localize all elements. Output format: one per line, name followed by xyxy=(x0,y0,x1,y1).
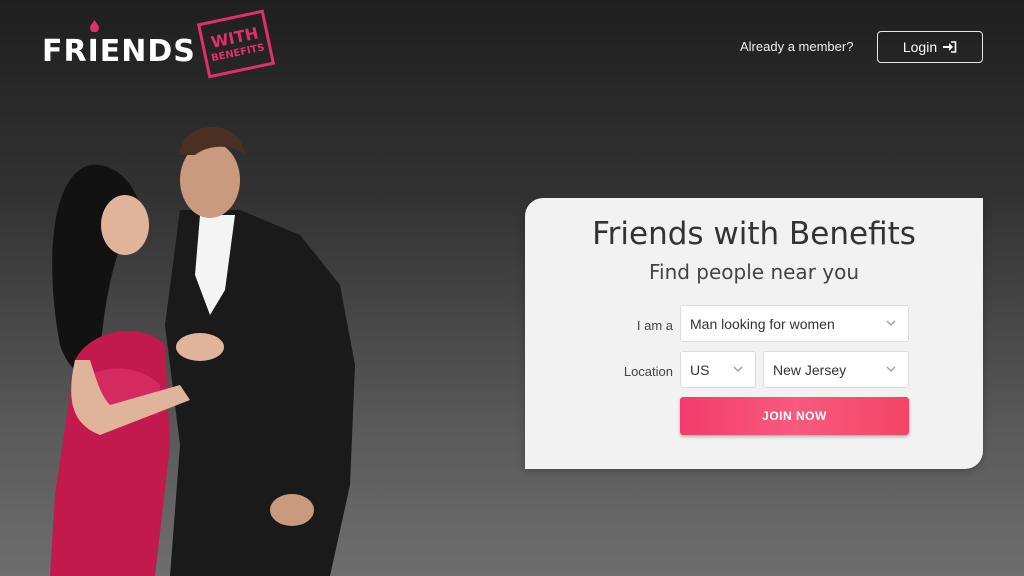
iam-select-value: Man looking for women xyxy=(690,315,835,332)
join-now-button[interactable]: JOIN NOW xyxy=(680,397,909,435)
card-subtitle: Find people near you xyxy=(648,260,860,284)
member-prompt: Already a member? xyxy=(740,39,854,54)
logo-wordmark: FRIENDS xyxy=(42,34,196,69)
country-select[interactable]: US xyxy=(680,351,756,388)
brand-logo[interactable]: FRIENDS WITH BENEFITS xyxy=(42,9,282,79)
state-select[interactable]: New Jersey xyxy=(763,351,909,388)
chevron-down-icon xyxy=(886,320,896,326)
logo-drop-icon xyxy=(90,20,99,32)
login-button[interactable]: Login xyxy=(877,31,983,63)
chevron-down-icon xyxy=(886,366,896,372)
join-now-label: JOIN NOW xyxy=(762,409,827,423)
iam-select[interactable]: Man looking for women xyxy=(680,305,909,342)
login-arrow-icon xyxy=(943,41,957,53)
location-label: Location xyxy=(623,364,673,379)
logo-stamp: WITH BENEFITS xyxy=(196,9,276,79)
state-select-value: New Jersey xyxy=(773,361,847,378)
couple-illustration xyxy=(50,126,355,576)
login-button-label: Login xyxy=(902,39,938,55)
chevron-down-icon xyxy=(733,366,743,372)
card-title: Friends with Benefits xyxy=(592,216,916,252)
country-select-value: US xyxy=(690,361,710,378)
iam-label: I am a xyxy=(636,318,673,333)
signup-card: Friends with Benefits Find people near y… xyxy=(525,198,983,469)
